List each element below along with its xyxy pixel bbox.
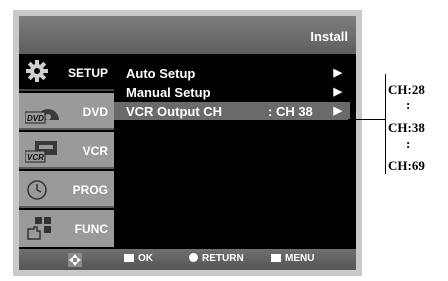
- sidebar-item-label: SETUP: [67, 66, 108, 80]
- hand-icon: [27, 217, 51, 240]
- return-label: RETURN: [202, 253, 244, 264]
- sidebar-item-setup[interactable]: SETUP: [19, 54, 114, 91]
- move-arrows-icon: [68, 253, 82, 267]
- menu-panel: Auto Setup ▶ Manual Setup ▶ VCR Output C…: [114, 54, 356, 249]
- menu-item-auto-setup[interactable]: Auto Setup ▶: [114, 64, 350, 82]
- clock-icon: [27, 180, 47, 200]
- menu-hint: MENU: [271, 253, 314, 264]
- return-icon: [189, 253, 198, 262]
- footer-bar: OK RETURN MENU: [19, 249, 356, 270]
- callout-ch-max: CH:69: [388, 158, 425, 173]
- sidebar-item-prog[interactable]: PROG: [19, 171, 114, 208]
- menu-item-label: VCR Output CH: [126, 104, 223, 119]
- vcr-icon: VCR: [25, 141, 57, 163]
- enter-icon: [124, 254, 134, 262]
- callout-line: [348, 119, 385, 120]
- menu-item-label: Auto Setup: [126, 66, 196, 81]
- title-bar: Install: [19, 16, 356, 54]
- sidebar-item-dvd[interactable]: DVD DVD: [19, 93, 114, 130]
- menu-item-vcr-output-ch[interactable]: VCR Output CH : CH 38 ▶: [114, 102, 350, 120]
- sidebar-item-label: VCR: [82, 144, 108, 158]
- arrow-right-icon: ▶: [333, 67, 342, 79]
- sidebar: SETUP DVD DVD VCR VCR PROG FUNC: [19, 54, 114, 249]
- sidebar-item-vcr[interactable]: VCR VCR: [19, 132, 114, 169]
- menu-icon: [271, 254, 281, 262]
- arrow-right-icon: ▶: [333, 86, 342, 98]
- arrow-right-icon: ▶: [333, 105, 342, 117]
- sidebar-item-label: PROG: [72, 183, 108, 197]
- vcr-icon-text: VCR: [27, 153, 44, 162]
- ok-label: OK: [138, 253, 153, 264]
- menu-item-label: Manual Setup: [126, 85, 211, 100]
- menu-label: MENU: [285, 253, 315, 264]
- menu-item-value: : CH 38: [268, 104, 313, 119]
- callout-ch-current: CH:38: [388, 120, 425, 135]
- sidebar-item-label: FUNC: [74, 222, 108, 236]
- sidebar-item-label: DVD: [82, 105, 108, 119]
- callout-separator: :: [406, 136, 411, 151]
- callout-separator: :: [406, 97, 411, 112]
- return-hint: RETURN: [189, 253, 244, 264]
- callout-ch-min: CH:28: [388, 82, 425, 97]
- dvd-icon: DVD: [25, 109, 59, 124]
- gear-icon: [26, 60, 48, 82]
- menu-item-manual-setup[interactable]: Manual Setup ▶: [114, 83, 350, 101]
- ok-hint: OK: [124, 253, 153, 264]
- dvd-icon-text: DVD: [27, 114, 44, 123]
- osd-screen: Install SETUP DVD DVD VCR VCR PROG FUNC …: [19, 16, 356, 270]
- page-title: Install: [310, 29, 348, 44]
- sidebar-item-func[interactable]: FUNC: [19, 210, 114, 247]
